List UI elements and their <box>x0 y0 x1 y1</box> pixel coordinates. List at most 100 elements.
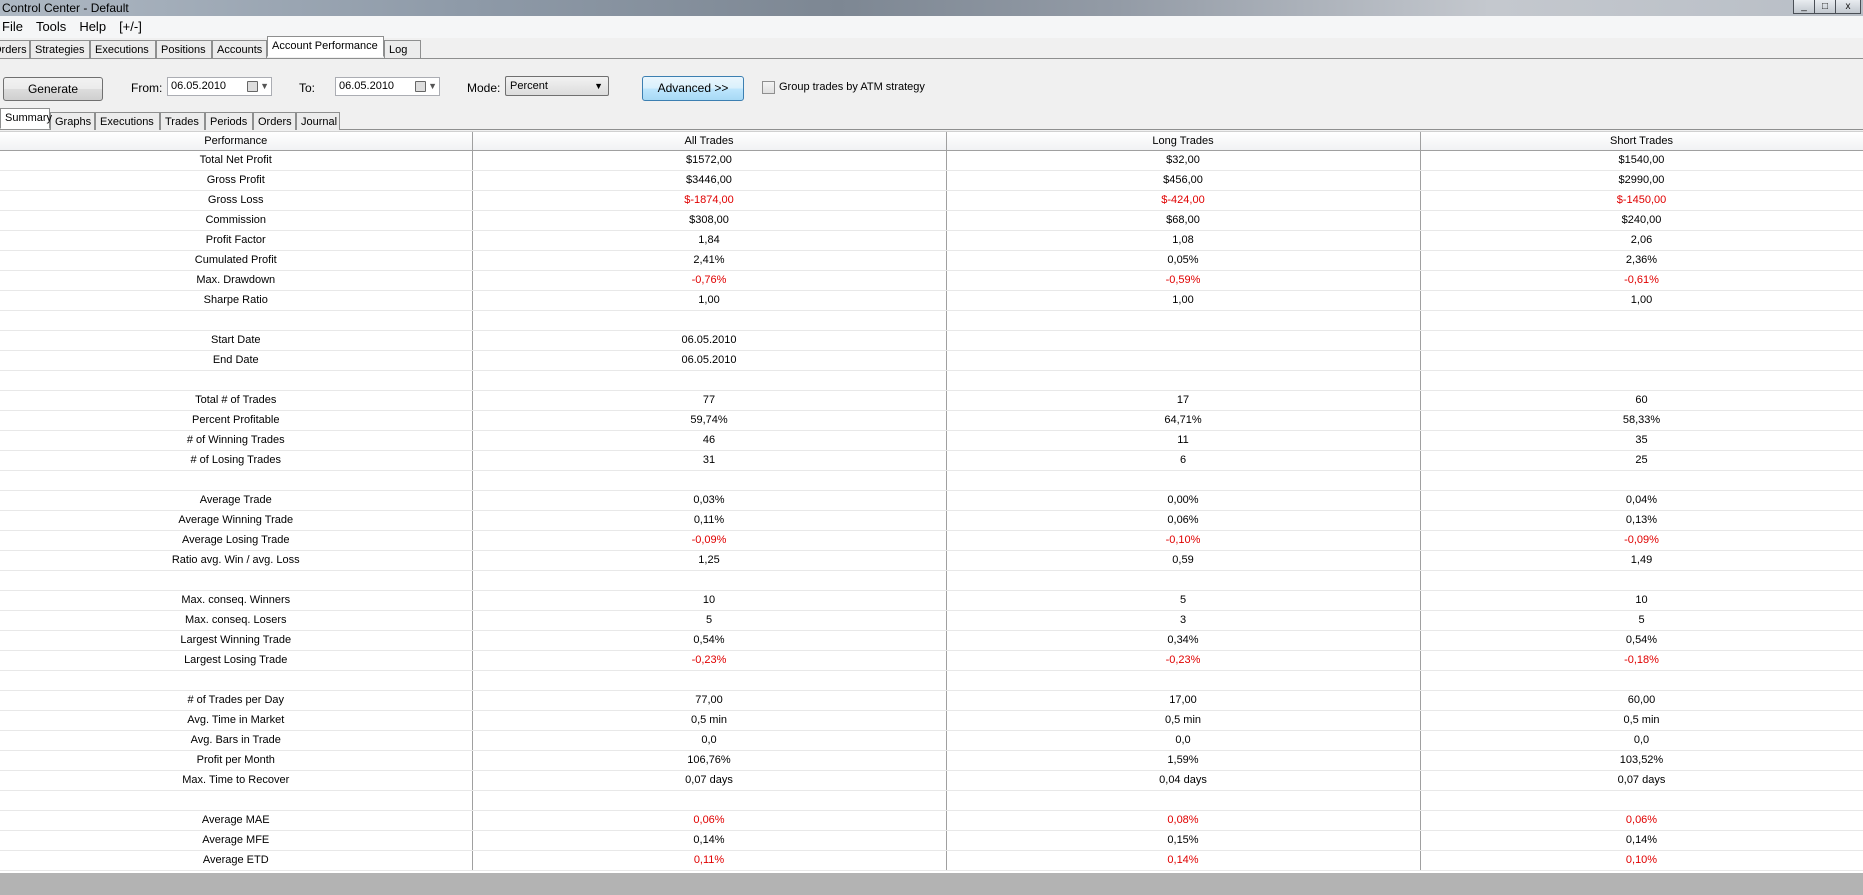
table-row[interactable]: Total Net Profit $1572,00 $32,00 $1540,00 <box>0 150 1863 171</box>
table-row[interactable]: Average MFE 0,14% 0,15% 0,14% <box>0 830 1863 851</box>
metric-label-cell: Profit per Month <box>0 750 473 771</box>
tab-summary[interactable]: Summary <box>0 108 52 129</box>
generate-button[interactable]: Generate <box>3 77 103 101</box>
column-header-short-trades[interactable]: Short Trades <box>1420 132 1863 151</box>
menu-help[interactable]: Help <box>75 16 115 38</box>
table-row[interactable] <box>0 670 1863 691</box>
table-row[interactable]: Profit per Month 106,76% 1,59% 103,52% <box>0 750 1863 771</box>
metric-value-cell-short: 35 <box>1420 430 1863 451</box>
table-row[interactable]: Start Date 06.05.2010 <box>0 330 1863 351</box>
table-row[interactable] <box>0 370 1863 391</box>
metric-value-cell-long: -0,59% <box>946 270 1421 291</box>
table-row[interactable]: # of Winning Trades 46 11 35 <box>0 430 1863 451</box>
menu-expand-collapse[interactable]: [+/-] <box>115 16 151 38</box>
table-row[interactable]: Percent Profitable 59,74% 64,71% 58,33% <box>0 410 1863 431</box>
metric-value-cell-short: 60 <box>1420 390 1863 411</box>
table-row[interactable]: Ratio avg. Win / avg. Loss 1,25 0,59 1,49 <box>0 550 1863 571</box>
tab-periods[interactable]: Periods <box>205 112 253 130</box>
close-button[interactable]: x <box>1835 0 1861 14</box>
table-row[interactable] <box>0 570 1863 591</box>
metric-label-cell: Ratio avg. Win / avg. Loss <box>0 550 473 571</box>
metric-label-cell: Max. conseq. Winners <box>0 590 473 611</box>
table-row[interactable] <box>0 470 1863 491</box>
metric-value-cell-short <box>1420 370 1863 391</box>
table-row[interactable]: Max. conseq. Losers 5 3 5 <box>0 610 1863 631</box>
tab-orders-sub[interactable]: Orders <box>253 112 296 130</box>
metric-value-cell-short: 0,0 <box>1420 730 1863 751</box>
tab-log[interactable]: Log <box>384 40 421 58</box>
tab-strategies[interactable]: Strategies <box>30 40 90 58</box>
metric-label-cell <box>0 670 473 691</box>
metric-label-cell: Average MFE <box>0 830 473 851</box>
table-row[interactable]: Max. conseq. Winners 10 5 10 <box>0 590 1863 611</box>
metric-value-cell-short <box>1420 330 1863 351</box>
to-label: To: <box>299 81 316 95</box>
column-header-all-trades[interactable]: All Trades <box>472 132 947 151</box>
table-row[interactable]: # of Trades per Day 77,00 17,00 60,00 <box>0 690 1863 711</box>
table-row[interactable]: End Date 06.05.2010 <box>0 350 1863 371</box>
table-row[interactable]: Sharpe Ratio 1,00 1,00 1,00 <box>0 290 1863 311</box>
to-date-picker[interactable]: 06.05.2010 ▼ <box>335 77 440 96</box>
metric-value-cell-all: $308,00 <box>472 210 947 231</box>
table-row[interactable]: Max. Drawdown -0,76% -0,59% -0,61% <box>0 270 1863 291</box>
table-row[interactable] <box>0 790 1863 811</box>
table-row[interactable]: Average ETD 0,11% 0,14% 0,10% <box>0 850 1863 871</box>
menu-file[interactable]: File <box>0 16 32 38</box>
table-row[interactable]: Avg. Time in Market 0,5 min 0,5 min 0,5 min <box>0 710 1863 731</box>
metric-value-cell-all: 77,00 <box>472 690 947 711</box>
to-calendar-dropdown[interactable]: ▼ <box>415 80 437 93</box>
metric-label-cell: # of Trades per Day <box>0 690 473 711</box>
group-by-atm-checkbox[interactable] <box>762 81 775 94</box>
table-row[interactable]: Average MAE 0,06% 0,08% 0,06% <box>0 810 1863 831</box>
to-date-value: 06.05.2010 <box>339 80 395 92</box>
maximize-button[interactable]: □ <box>1814 0 1836 14</box>
tab-account-performance[interactable]: Account Performance <box>267 36 384 57</box>
metric-value-cell-all: 1,84 <box>472 230 947 251</box>
tab-trades[interactable]: Trades <box>160 112 205 130</box>
table-row[interactable]: # of Losing Trades 31 6 25 <box>0 450 1863 471</box>
table-row[interactable]: Total # of Trades 77 17 60 <box>0 390 1863 411</box>
metric-label-cell: # of Winning Trades <box>0 430 473 451</box>
column-header-long-trades[interactable]: Long Trades <box>946 132 1421 151</box>
metric-label-cell <box>0 790 473 811</box>
tab-accounts[interactable]: Accounts <box>212 40 267 58</box>
table-row[interactable]: Largest Winning Trade 0,54% 0,34% 0,54% <box>0 630 1863 651</box>
metric-value-cell-short: $240,00 <box>1420 210 1863 231</box>
from-date-picker[interactable]: 06.05.2010 ▼ <box>167 77 272 96</box>
metric-value-cell-all: 31 <box>472 450 947 471</box>
tab-executions-sub[interactable]: Executions <box>95 112 160 130</box>
from-date-value: 06.05.2010 <box>171 80 227 92</box>
table-row[interactable]: Average Losing Trade -0,09% -0,10% -0,09% <box>0 530 1863 551</box>
table-row[interactable]: Max. Time to Recover 0,07 days 0,04 days 0,… <box>0 770 1863 791</box>
menu-tools[interactable]: Tools <box>32 16 75 38</box>
summary-grid[interactable]: Performance All Trades Long Trades Short… <box>0 131 1863 874</box>
table-row[interactable]: Gross Profit $3446,00 $456,00 $2990,00 <box>0 170 1863 191</box>
metric-value-cell-short: 1,49 <box>1420 550 1863 571</box>
tab-executions[interactable]: Executions <box>90 40 156 58</box>
metric-value-cell-long: -0,23% <box>946 650 1421 671</box>
table-row[interactable]: Average Trade 0,03% 0,00% 0,04% <box>0 490 1863 511</box>
from-calendar-dropdown[interactable]: ▼ <box>247 80 269 93</box>
table-row[interactable]: Largest Losing Trade -0,23% -0,23% -0,18% <box>0 650 1863 671</box>
table-row[interactable]: Gross Loss $-1874,00 $-424,00 $-1450,00 <box>0 190 1863 211</box>
tab-graphs[interactable]: Graphs <box>50 112 95 130</box>
metric-value-cell-long: 64,71% <box>946 410 1421 431</box>
table-row[interactable]: Commission $308,00 $68,00 $240,00 <box>0 210 1863 231</box>
metric-value-cell-long: 0,05% <box>946 250 1421 271</box>
table-row[interactable]: Profit Factor 1,84 1,08 2,06 <box>0 230 1863 251</box>
advanced-button[interactable]: Advanced >> <box>642 76 744 101</box>
mode-select[interactable]: Percent ▼ <box>505 76 609 96</box>
minimize-button[interactable]: _ <box>1793 0 1815 14</box>
table-row[interactable]: Cumulated Profit 2,41% 0,05% 2,36% <box>0 250 1863 271</box>
metric-value-cell-all: 06.05.2010 <box>472 330 947 351</box>
tab-positions[interactable]: Positions <box>156 40 212 58</box>
column-header-performance[interactable]: Performance <box>0 132 473 151</box>
tab-orders[interactable]: Orders <box>0 40 30 58</box>
status-bar <box>0 873 1863 895</box>
tab-journal[interactable]: Journal <box>296 112 340 130</box>
table-row[interactable]: Average Winning Trade 0,11% 0,06% 0,13% <box>0 510 1863 531</box>
metric-label-cell: Largest Losing Trade <box>0 650 473 671</box>
metric-value-cell-all <box>472 370 947 391</box>
table-row[interactable] <box>0 310 1863 331</box>
table-row[interactable]: Avg. Bars in Trade 0,0 0,0 0,0 <box>0 730 1863 751</box>
